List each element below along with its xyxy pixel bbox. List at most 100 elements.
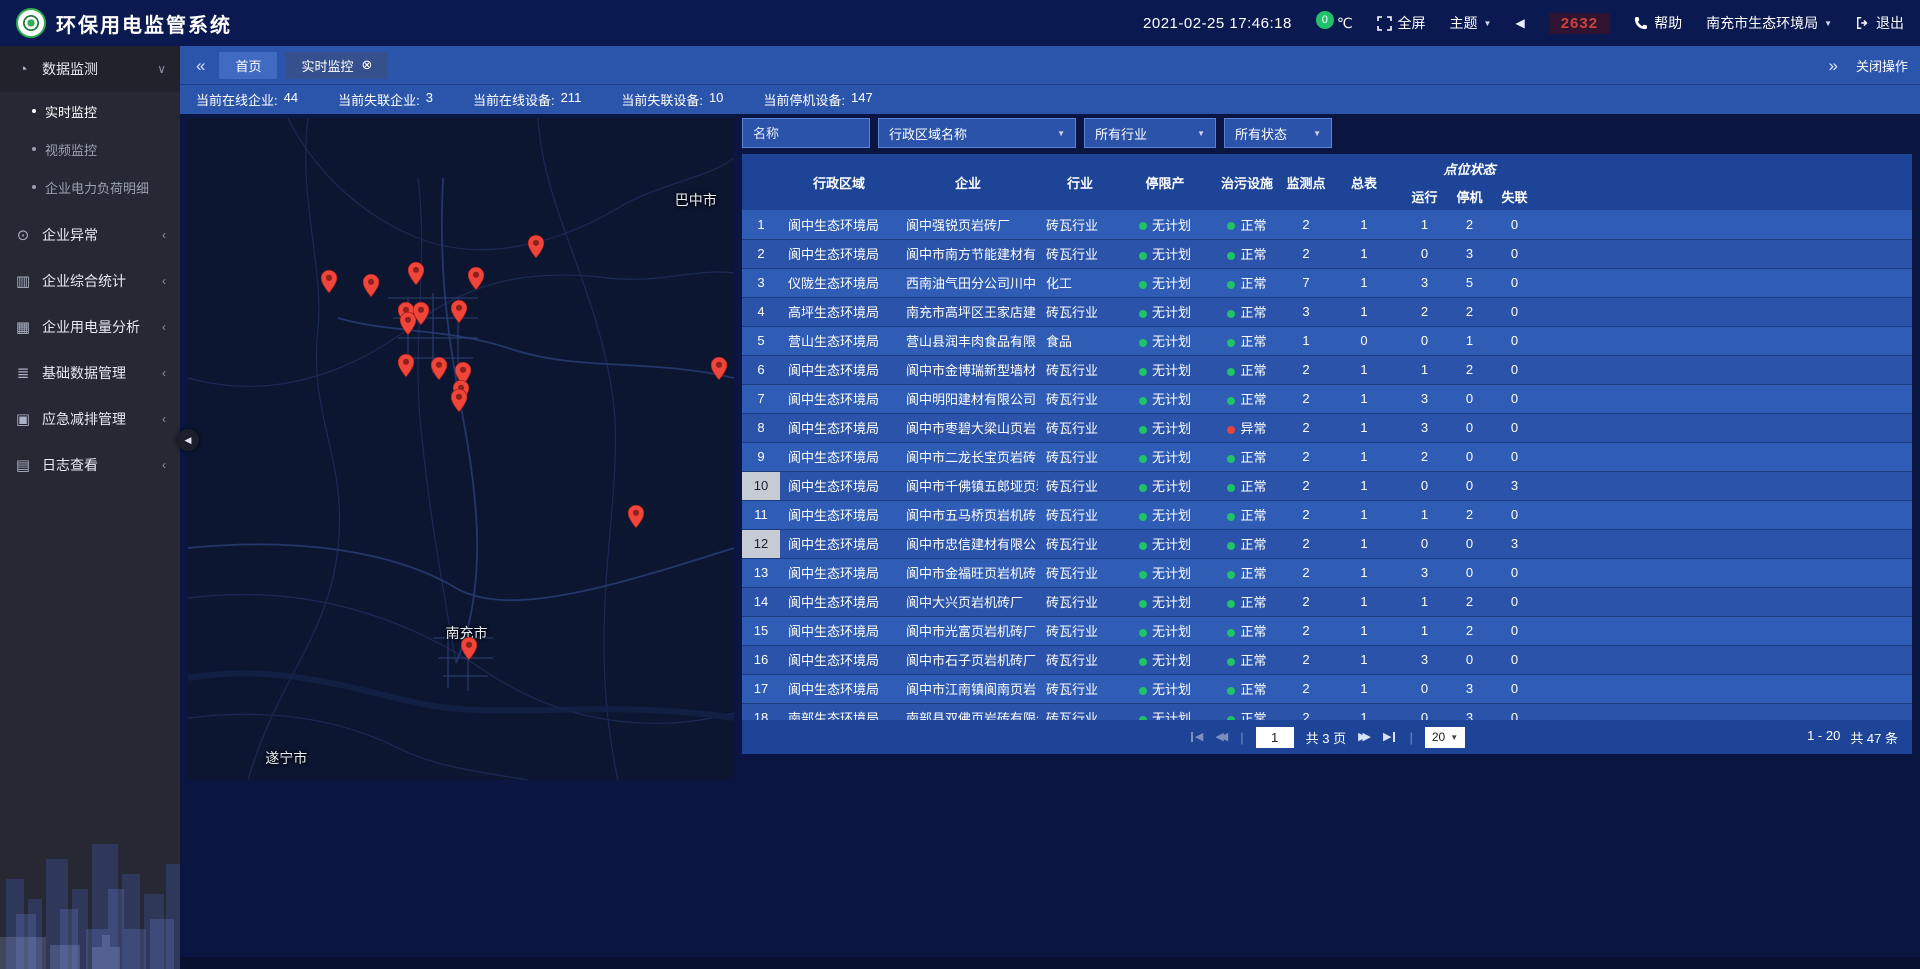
row-run: 0	[1402, 239, 1447, 268]
theme-dropdown[interactable]: 主题 ▼	[1450, 13, 1492, 33]
app-title: 环保用电监管系统	[56, 9, 232, 38]
map-pin[interactable]	[628, 505, 644, 528]
sidebar-subitem[interactable]: 视频监控	[0, 130, 180, 168]
fullscreen-button[interactable]: 全屏	[1377, 13, 1426, 33]
table-row[interactable]: 18 南部生态环境局 南部县双佛页岩砖有限公 砖瓦行业 无计划 正常 2 1 0	[742, 703, 1912, 720]
table-row[interactable]: 16 阆中生态环境局 阆中市石子页岩机砖厂 砖瓦行业 无计划 正常 2 1 3	[742, 645, 1912, 674]
row-run: 3	[1402, 558, 1447, 587]
table-row[interactable]: 5 营山生态环境局 营山县润丰肉食品有限 食品 无计划 正常 1 0 0 1	[742, 326, 1912, 355]
row-industry: 砖瓦行业	[1038, 529, 1122, 558]
row-company: 阆中市千佛镇五郎垭页岩	[898, 471, 1038, 500]
row-facility-status: 正常	[1208, 616, 1286, 645]
map-pin[interactable]	[408, 262, 424, 285]
row-company: 阆中市五马桥页岩机砖	[898, 500, 1038, 529]
row-company: 阆中市石子页岩机砖厂	[898, 645, 1038, 674]
help-button[interactable]: 帮助	[1634, 13, 1682, 33]
map-pin[interactable]	[451, 300, 467, 323]
tab[interactable]: 实时监控 ⊗	[285, 52, 388, 79]
row-facility-status: 正常	[1208, 558, 1286, 587]
close-operations-button[interactable]: 关闭操作	[1856, 56, 1908, 75]
map-collapse-handle[interactable]: ◀	[177, 429, 199, 451]
row-run: 2	[1402, 442, 1447, 471]
pagination-range-label: 1 - 20 共 47 条	[1807, 728, 1898, 747]
table-row[interactable]: 12 阆中生态环境局 阆中市忠信建材有限公 砖瓦行业 无计划 正常 2 1 0	[742, 529, 1912, 558]
status-dot-icon	[1139, 339, 1147, 347]
table-row[interactable]: 6 阆中生态环境局 阆中市金博瑞新型墙材 砖瓦行业 无计划 正常 2 1 1	[742, 355, 1912, 384]
table-row[interactable]: 4 高坪生态环境局 南充市高坪区王家店建 砖瓦行业 无计划 正常 3 1 2	[742, 297, 1912, 326]
map-pin[interactable]	[321, 270, 337, 293]
sidebar-item[interactable]: ▤ 日志查看 ‹	[0, 442, 180, 488]
region-select[interactable]: 行政区域名称 ▼	[878, 118, 1076, 148]
pagination-next-button[interactable]: ▶▶	[1358, 732, 1371, 743]
sidebar-subitem-label: 视频监控	[45, 140, 97, 159]
sidebar-item[interactable]: ▣ 应急减排管理 ‹	[0, 396, 180, 442]
sidebar-item[interactable]: ⊙ 企业异常 ‹	[0, 212, 180, 258]
map-pin[interactable]	[363, 274, 379, 297]
table-row[interactable]: 10 阆中生态环境局 阆中市千佛镇五郎垭页岩 砖瓦行业 无计划 正常 2 1 0	[742, 471, 1912, 500]
row-region: 阆中生态环境局	[780, 500, 898, 529]
row-meters: 1	[1326, 239, 1402, 268]
table-row[interactable]: 11 阆中生态环境局 阆中市五马桥页岩机砖 砖瓦行业 无计划 正常 2 1 1	[742, 500, 1912, 529]
page-number-input[interactable]	[1256, 727, 1294, 748]
org-dropdown[interactable]: 南充市生态环境局 ▼	[1706, 13, 1832, 33]
pagination-prev-button[interactable]: ◀◀	[1215, 732, 1228, 743]
sidebar-item-data-monitoring[interactable]: ◔ 数据监测 ∨	[0, 46, 180, 92]
row-meters: 1	[1326, 268, 1402, 297]
map-pin[interactable]	[468, 267, 484, 290]
map-pin[interactable]	[451, 389, 467, 412]
row-points: 2	[1286, 674, 1326, 703]
table-row[interactable]: 13 阆中生态环境局 阆中市金福旺页岩机砖 砖瓦行业 无计划 正常 2 1 3	[742, 558, 1912, 587]
tabs-scroll-right-button[interactable]: »	[1825, 57, 1842, 74]
points-column-header: 监测点	[1286, 154, 1326, 210]
status-select[interactable]: 所有状态 ▼	[1224, 118, 1332, 148]
sidebar-subitem[interactable]: 企业电力负荷明细	[0, 168, 180, 206]
tabs-scroll-left-button[interactable]: «	[192, 57, 209, 74]
name-search-input[interactable]	[742, 118, 870, 148]
tab[interactable]: 首页 ⊗	[219, 52, 277, 79]
row-region: 阆中生态环境局	[780, 239, 898, 268]
row-facility-status: 正常	[1208, 674, 1286, 703]
logout-button[interactable]: 退出	[1856, 13, 1904, 33]
row-region: 阆中生态环境局	[780, 558, 898, 587]
table-row[interactable]: 1 阆中生态环境局 阆中强锐页岩砖厂 砖瓦行业 无计划 正常 2 1 1 2	[742, 210, 1912, 239]
tab-close-icon[interactable]: ⊗	[362, 57, 373, 73]
map-pin[interactable]	[398, 354, 414, 377]
sidebar-item-label: 日志查看	[42, 455, 98, 475]
table-row[interactable]: 17 阆中生态环境局 阆中市江南镇阆南页岩 砖瓦行业 无计划 正常 2 1 0	[742, 674, 1912, 703]
table-row[interactable]: 3 仪陇生态环境局 西南油气田分公司川中 化工 无计划 正常 7 1 3 5	[742, 268, 1912, 297]
page-size-select[interactable]: 20 ▼	[1425, 727, 1465, 748]
fullscreen-icon	[1377, 16, 1392, 31]
map-pin[interactable]	[528, 235, 544, 258]
table-row[interactable]: 2 阆中生态环境局 阆中市南方节能建材有 砖瓦行业 无计划 正常 2 1 0	[742, 239, 1912, 268]
map-pin[interactable]	[431, 357, 447, 380]
table-row[interactable]: 8 阆中生态环境局 阆中市枣碧大梁山页岩 砖瓦行业 无计划 异常 2 1 3	[742, 413, 1912, 442]
stat-label: 当前停机设备:	[763, 90, 845, 109]
map-pin[interactable]	[400, 312, 416, 335]
status-dot-icon	[1139, 252, 1147, 260]
table-row[interactable]: 15 阆中生态环境局 阆中市光富页岩机砖厂 砖瓦行业 无计划 正常 2 1 1	[742, 616, 1912, 645]
map-panel[interactable]: 巴中市 南充市 遂宁市	[188, 118, 734, 780]
industry-select[interactable]: 所有行业 ▼	[1084, 118, 1216, 148]
sidebar-subitem[interactable]: 实时监控	[0, 92, 180, 130]
row-filler	[1537, 558, 1912, 587]
stat-item: 当前停机设备: 147	[763, 90, 872, 109]
row-index: 14	[742, 587, 780, 616]
table-row[interactable]: 7 阆中生态环境局 阆中明阳建材有限公司 砖瓦行业 无计划 正常 2 1 3	[742, 384, 1912, 413]
row-region: 高坪生态环境局	[780, 297, 898, 326]
row-stop: 3	[1447, 239, 1492, 268]
row-stop: 1	[1447, 326, 1492, 355]
sidebar-item[interactable]: ▦ 企业用电量分析 ‹	[0, 304, 180, 350]
sidebar-item[interactable]: ≣ 基础数据管理 ‹	[0, 350, 180, 396]
row-industry: 砖瓦行业	[1038, 239, 1122, 268]
map-pin[interactable]	[461, 637, 477, 660]
pagination-last-button[interactable]: ▶	[1383, 732, 1397, 743]
table-row[interactable]: 14 阆中生态环境局 阆中大兴页岩机砖厂 砖瓦行业 无计划 正常 2 1 1	[742, 587, 1912, 616]
row-points: 3	[1286, 297, 1326, 326]
sidebar-item[interactable]: ▥ 企业综合统计 ‹	[0, 258, 180, 304]
sidebar-item-label: 应急减排管理	[42, 409, 126, 429]
total-pages-label: 共 3 页	[1306, 728, 1346, 747]
pagination-first-button[interactable]: ◀	[1189, 732, 1203, 743]
row-company: 阆中大兴页岩机砖厂	[898, 587, 1038, 616]
map-pin[interactable]	[711, 357, 727, 380]
table-row[interactable]: 9 阆中生态环境局 阆中市二龙长宝页岩砖 砖瓦行业 无计划 正常 2 1 2	[742, 442, 1912, 471]
